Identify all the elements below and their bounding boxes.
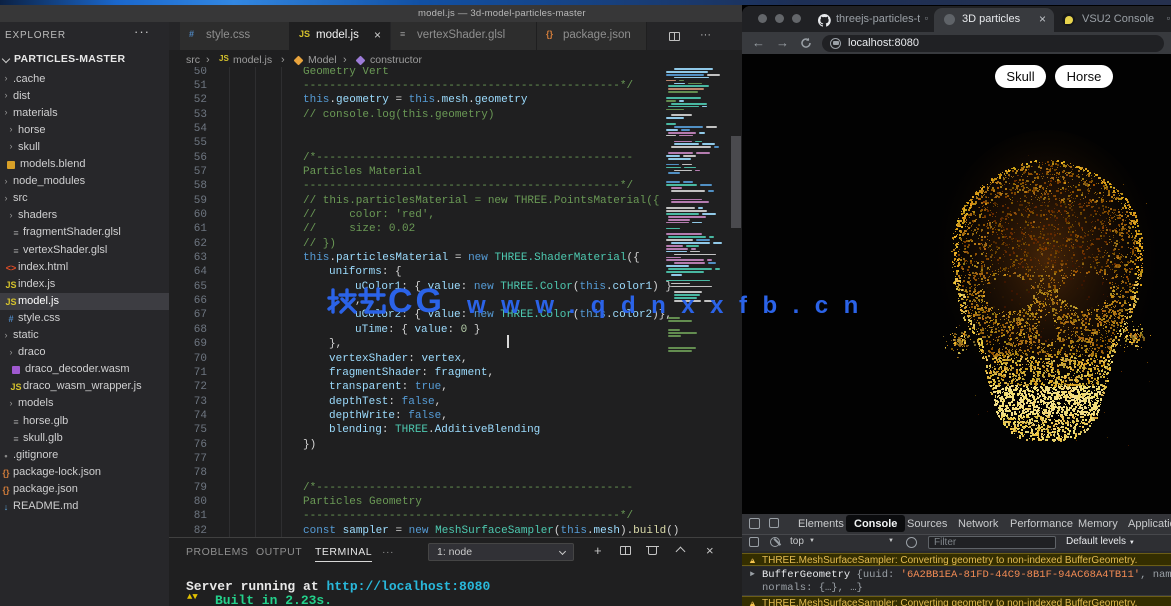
svg-text:CG: CG [388,287,445,320]
svg-text:www.qdnxxfb.cn: www.qdnxxfb.cn [466,292,874,319]
